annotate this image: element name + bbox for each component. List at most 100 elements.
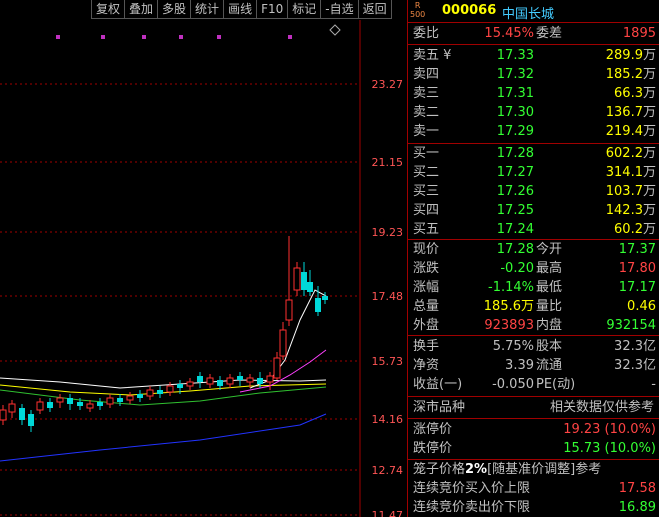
bid-price[interactable]: 17.28 xyxy=(497,144,534,163)
limit-value: 15.73 (10.0%) xyxy=(563,441,656,456)
ask-volume: 66.3万 xyxy=(614,86,656,101)
limit-label: 跌停价 xyxy=(413,441,453,456)
quote-value: 0.46 xyxy=(627,299,656,314)
candle[interactable] xyxy=(301,262,307,296)
stats-label: 股本 xyxy=(536,339,563,354)
candle[interactable] xyxy=(273,352,281,380)
candle[interactable] xyxy=(307,270,313,296)
price-tick-label: 21.15 xyxy=(372,156,404,169)
quote-value: 932154 xyxy=(606,318,656,333)
ask-row: 卖一 17.29 219.4万 xyxy=(408,122,659,141)
auction-value: 16.89 xyxy=(618,500,656,515)
stats-value: 32.3亿 xyxy=(614,339,656,354)
stats-label: 换手 xyxy=(413,339,440,354)
candle[interactable] xyxy=(266,372,274,390)
stock-code[interactable]: 000066 xyxy=(442,3,496,18)
event-marker[interactable] xyxy=(142,35,146,39)
candle[interactable] xyxy=(8,400,16,418)
ask-price[interactable]: 17.29 xyxy=(497,122,534,141)
event-marker[interactable] xyxy=(217,35,221,39)
bid-price[interactable]: 17.26 xyxy=(497,182,534,201)
bid-row: 买三 17.26 103.7万 xyxy=(408,182,659,201)
quote-value: 17.80 xyxy=(618,261,656,276)
auction-label: 连续竞价卖出价下限 xyxy=(413,500,531,515)
quote-value: 17.17 xyxy=(618,280,656,295)
bid-volume: 314.1万 xyxy=(605,165,656,180)
candle[interactable] xyxy=(106,394,114,408)
candle[interactable] xyxy=(206,374,214,388)
bid-price[interactable]: 17.27 xyxy=(497,163,534,182)
chart-settings-icon[interactable] xyxy=(329,24,341,36)
quote-row: 涨跌 -0.20 最高 17.80 xyxy=(408,259,659,278)
candle[interactable] xyxy=(36,398,44,414)
price-tick-label: 11.47 xyxy=(372,509,404,517)
limit-value: 19.23 (10.0%) xyxy=(563,422,656,437)
stats-value: 5.75% xyxy=(492,339,534,354)
ask-price[interactable]: 17.32 xyxy=(497,65,534,84)
ask-price[interactable]: 17.33 xyxy=(497,46,534,65)
quote-value: 923893 xyxy=(484,318,534,333)
candle[interactable] xyxy=(279,322,287,360)
bid-label: 买四 xyxy=(413,203,440,218)
ask-price[interactable]: 17.30 xyxy=(497,103,534,122)
bid-row: 买二 17.27 314.1万 xyxy=(408,163,659,182)
candle[interactable] xyxy=(19,404,25,425)
auction-value: 17.58 xyxy=(618,481,656,496)
candle[interactable] xyxy=(137,390,143,402)
bid-price[interactable]: 17.25 xyxy=(497,201,534,220)
candle[interactable] xyxy=(0,405,7,425)
event-marker[interactable] xyxy=(179,35,183,39)
quote-value: 185.6万 xyxy=(483,299,534,314)
quote-row: 现价 17.28 今开 17.37 xyxy=(408,240,659,259)
auction-label: 连续竞价买入价上限 xyxy=(413,481,531,496)
ask-label: 卖五 ¥ xyxy=(413,48,452,63)
auction-row: 连续竞价卖出价下限 16.89 xyxy=(408,498,659,517)
candlestick-chart[interactable]: 23.27 21.15 19.23 17.48 15.73 14.16 12.74 11.47 xyxy=(0,0,406,517)
candle[interactable] xyxy=(237,372,243,386)
stock-header: R 500 000066 中国长城 xyxy=(408,0,659,22)
price-tick-label: 14.16 xyxy=(372,413,404,426)
ask-label: 卖一 xyxy=(413,124,440,139)
price-tick-label: 15.73 xyxy=(372,355,404,368)
stats-value: 32.3亿 xyxy=(614,358,656,373)
candle[interactable] xyxy=(186,378,194,390)
quote-row: 涨幅 -1.14% 最低 17.17 xyxy=(408,278,659,297)
bid-row: 买五 17.24 60.2万 xyxy=(408,220,659,239)
limit-label: 涨停价 xyxy=(413,422,453,437)
candle[interactable] xyxy=(197,372,203,388)
quote-label: 量比 xyxy=(536,299,563,314)
stats-label: PE(动) xyxy=(536,377,576,392)
candle[interactable] xyxy=(28,410,34,432)
candle[interactable] xyxy=(126,392,134,404)
ask-row: 卖二 17.30 136.7万 xyxy=(408,103,659,122)
candle[interactable] xyxy=(56,394,64,408)
candle[interactable] xyxy=(146,386,154,400)
bid-label: 买五 xyxy=(413,222,440,237)
stats-row: 收益(一) -0.050 PE(动) - xyxy=(408,375,659,394)
ask-volume: 219.4万 xyxy=(605,124,656,139)
candle[interactable] xyxy=(157,386,163,398)
limit-row: 涨停价 19.23 (10.0%) xyxy=(408,420,659,439)
candle[interactable] xyxy=(47,398,53,412)
stock-name[interactable]: 中国长城 xyxy=(502,3,554,22)
price-tick-label: 12.74 xyxy=(372,464,404,477)
event-marker[interactable] xyxy=(288,35,292,39)
bid-price[interactable]: 17.24 xyxy=(497,220,534,239)
candle[interactable] xyxy=(86,400,94,412)
candle[interactable] xyxy=(293,262,301,296)
stats-label: 流通 xyxy=(536,358,563,373)
ask-volume: 136.7万 xyxy=(605,105,656,120)
ask-label: 卖三 xyxy=(413,86,440,101)
bid-label: 买一 xyxy=(413,146,440,161)
candle[interactable] xyxy=(67,394,73,410)
stats-label: 收益(一) xyxy=(413,377,463,392)
quote-value: 17.37 xyxy=(618,242,656,257)
ask-price[interactable]: 17.31 xyxy=(497,84,534,103)
event-marker[interactable] xyxy=(56,35,60,39)
candle[interactable] xyxy=(226,374,234,388)
event-marker[interactable] xyxy=(101,35,105,39)
candle[interactable] xyxy=(117,394,123,406)
candle[interactable] xyxy=(97,398,103,410)
candle[interactable] xyxy=(285,236,293,326)
quote-panel: R 500 000066 中国长城 委比 15.45% 委差 1895 卖五 ¥ 1… xyxy=(407,0,659,517)
